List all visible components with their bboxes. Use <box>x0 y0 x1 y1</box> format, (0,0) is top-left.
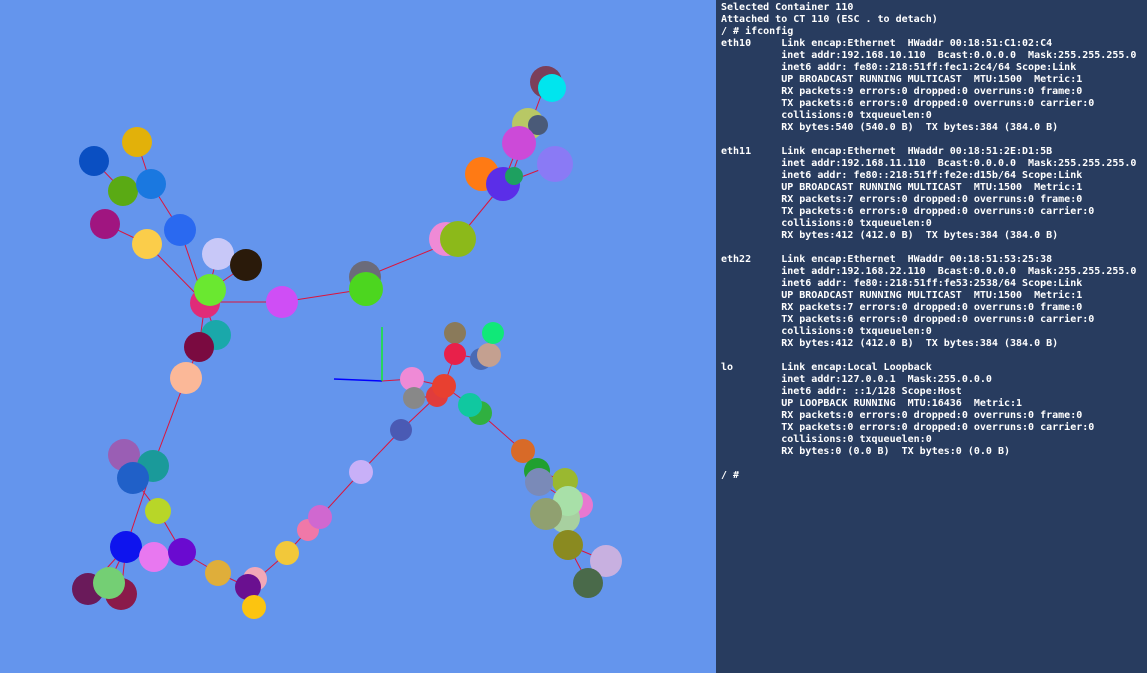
terminal-line: eth22 Link encap:Ethernet HWaddr 00:18:5… <box>721 254 1053 265</box>
container-node[interactable] <box>110 531 142 563</box>
terminal-line: / # <box>721 470 740 481</box>
terminal-line: UP LOOPBACK RUNNING MTU:16436 Metric:1 <box>721 398 1023 409</box>
container-node[interactable] <box>444 322 466 344</box>
terminal-line: eth10 Link encap:Ethernet HWaddr 00:18:5… <box>721 38 1053 49</box>
terminal-line: inet addr:192.168.10.110 Bcast:0.0.0.0 M… <box>721 50 1137 61</box>
container-node[interactable] <box>553 530 583 560</box>
terminal-line: TX packets:6 errors:0 dropped:0 overruns… <box>721 98 1095 109</box>
container-node[interactable] <box>132 229 162 259</box>
container-node[interactable] <box>525 468 553 496</box>
nodes[interactable] <box>72 66 622 619</box>
terminal-line: inet6 addr: ::1/128 Scope:Host <box>721 386 962 397</box>
container-node[interactable] <box>139 542 169 572</box>
container-node[interactable] <box>164 214 196 246</box>
container-node[interactable] <box>145 498 171 524</box>
terminal-panel[interactable]: Selected Container 110 Attached to CT 11… <box>716 0 1147 673</box>
container-node[interactable] <box>432 374 456 398</box>
terminal-line: RX packets:9 errors:0 dropped:0 overruns… <box>721 86 1083 97</box>
terminal-line: RX bytes:412 (412.0 B) TX bytes:384 (384… <box>721 338 1059 349</box>
container-node[interactable] <box>194 274 226 306</box>
container-node[interactable] <box>184 332 214 362</box>
container-node[interactable] <box>349 272 383 306</box>
terminal-line: RX bytes:412 (412.0 B) TX bytes:384 (384… <box>721 230 1059 241</box>
container-node[interactable] <box>122 127 152 157</box>
terminal-line: UP BROADCAST RUNNING MULTICAST MTU:1500 … <box>721 182 1083 193</box>
container-node[interactable] <box>573 568 603 598</box>
container-node[interactable] <box>537 146 573 182</box>
terminal-line: RX packets:7 errors:0 dropped:0 overruns… <box>721 194 1083 205</box>
container-node[interactable] <box>538 74 566 102</box>
container-node[interactable] <box>202 238 234 270</box>
container-node[interactable] <box>79 146 109 176</box>
container-node[interactable] <box>108 176 138 206</box>
container-node[interactable] <box>90 209 120 239</box>
container-node[interactable] <box>440 221 476 257</box>
container-node[interactable] <box>458 393 482 417</box>
container-node[interactable] <box>275 541 299 565</box>
container-node[interactable] <box>266 286 298 318</box>
terminal-line: lo Link encap:Local Loopback <box>721 362 932 373</box>
terminal-line: UP BROADCAST RUNNING MULTICAST MTU:1500 … <box>721 74 1083 85</box>
terminal-line: inet6 addr: fe80::218:51ff:fec1:2c4/64 S… <box>721 62 1077 73</box>
container-node[interactable] <box>530 498 562 530</box>
axis-x <box>333 378 383 382</box>
container-node[interactable] <box>403 387 425 409</box>
container-node[interactable] <box>482 322 504 344</box>
terminal-line: TX packets:6 errors:0 dropped:0 overruns… <box>721 314 1095 325</box>
terminal-line: inet addr:127.0.0.1 Mask:255.0.0.0 <box>721 374 992 385</box>
axes-gizmo <box>333 327 383 382</box>
edges <box>87 81 607 608</box>
container-node[interactable] <box>477 343 501 367</box>
terminal-line: / # ifconfig <box>721 26 794 37</box>
container-node[interactable] <box>230 249 262 281</box>
terminal-line: RX bytes:0 (0.0 B) TX bytes:0 (0.0 B) <box>721 446 1010 457</box>
container-node[interactable] <box>117 462 149 494</box>
terminal-line: inet addr:192.168.11.110 Bcast:0.0.0.0 M… <box>721 158 1137 169</box>
terminal-line: collisions:0 txqueuelen:0 <box>721 110 932 121</box>
terminal-line: TX packets:6 errors:0 dropped:0 overruns… <box>721 206 1095 217</box>
network-graph[interactable] <box>0 0 716 673</box>
container-node[interactable] <box>390 419 412 441</box>
terminal-line: collisions:0 txqueuelen:0 <box>721 326 932 337</box>
container-node[interactable] <box>505 167 523 185</box>
container-node[interactable] <box>93 567 125 599</box>
terminal-line: Attached to CT 110 (ESC . to detach) <box>721 14 938 25</box>
container-node[interactable] <box>444 343 466 365</box>
terminal-line: eth11 Link encap:Ethernet HWaddr 00:18:5… <box>721 146 1053 157</box>
container-node[interactable] <box>168 538 196 566</box>
container-node[interactable] <box>502 126 536 160</box>
terminal-output[interactable]: Selected Container 110 Attached to CT 11… <box>716 0 1147 482</box>
topology-viewport[interactable] <box>0 0 716 673</box>
terminal-line: UP BROADCAST RUNNING MULTICAST MTU:1500 … <box>721 290 1083 301</box>
terminal-line: collisions:0 txqueuelen:0 <box>721 434 932 445</box>
container-node[interactable] <box>349 460 373 484</box>
terminal-line: TX packets:0 errors:0 dropped:0 overruns… <box>721 422 1095 433</box>
terminal-line: RX packets:7 errors:0 dropped:0 overruns… <box>721 302 1083 313</box>
container-node[interactable] <box>308 505 332 529</box>
terminal-line: inet addr:192.168.22.110 Bcast:0.0.0.0 M… <box>721 266 1137 277</box>
container-node[interactable] <box>170 362 202 394</box>
terminal-line: Selected Container 110 <box>721 2 854 13</box>
terminal-line: RX bytes:540 (540.0 B) TX bytes:384 (384… <box>721 122 1059 133</box>
container-node[interactable] <box>136 169 166 199</box>
terminal-line: inet6 addr: fe80::218:51ff:fe2e:d15b/64 … <box>721 170 1083 181</box>
container-node[interactable] <box>205 560 231 586</box>
terminal-line: RX packets:0 errors:0 dropped:0 overruns… <box>721 410 1083 421</box>
container-node[interactable] <box>242 595 266 619</box>
terminal-line: collisions:0 txqueuelen:0 <box>721 218 932 229</box>
terminal-line: inet6 addr: fe80::218:51ff:fe53:2538/64 … <box>721 278 1083 289</box>
